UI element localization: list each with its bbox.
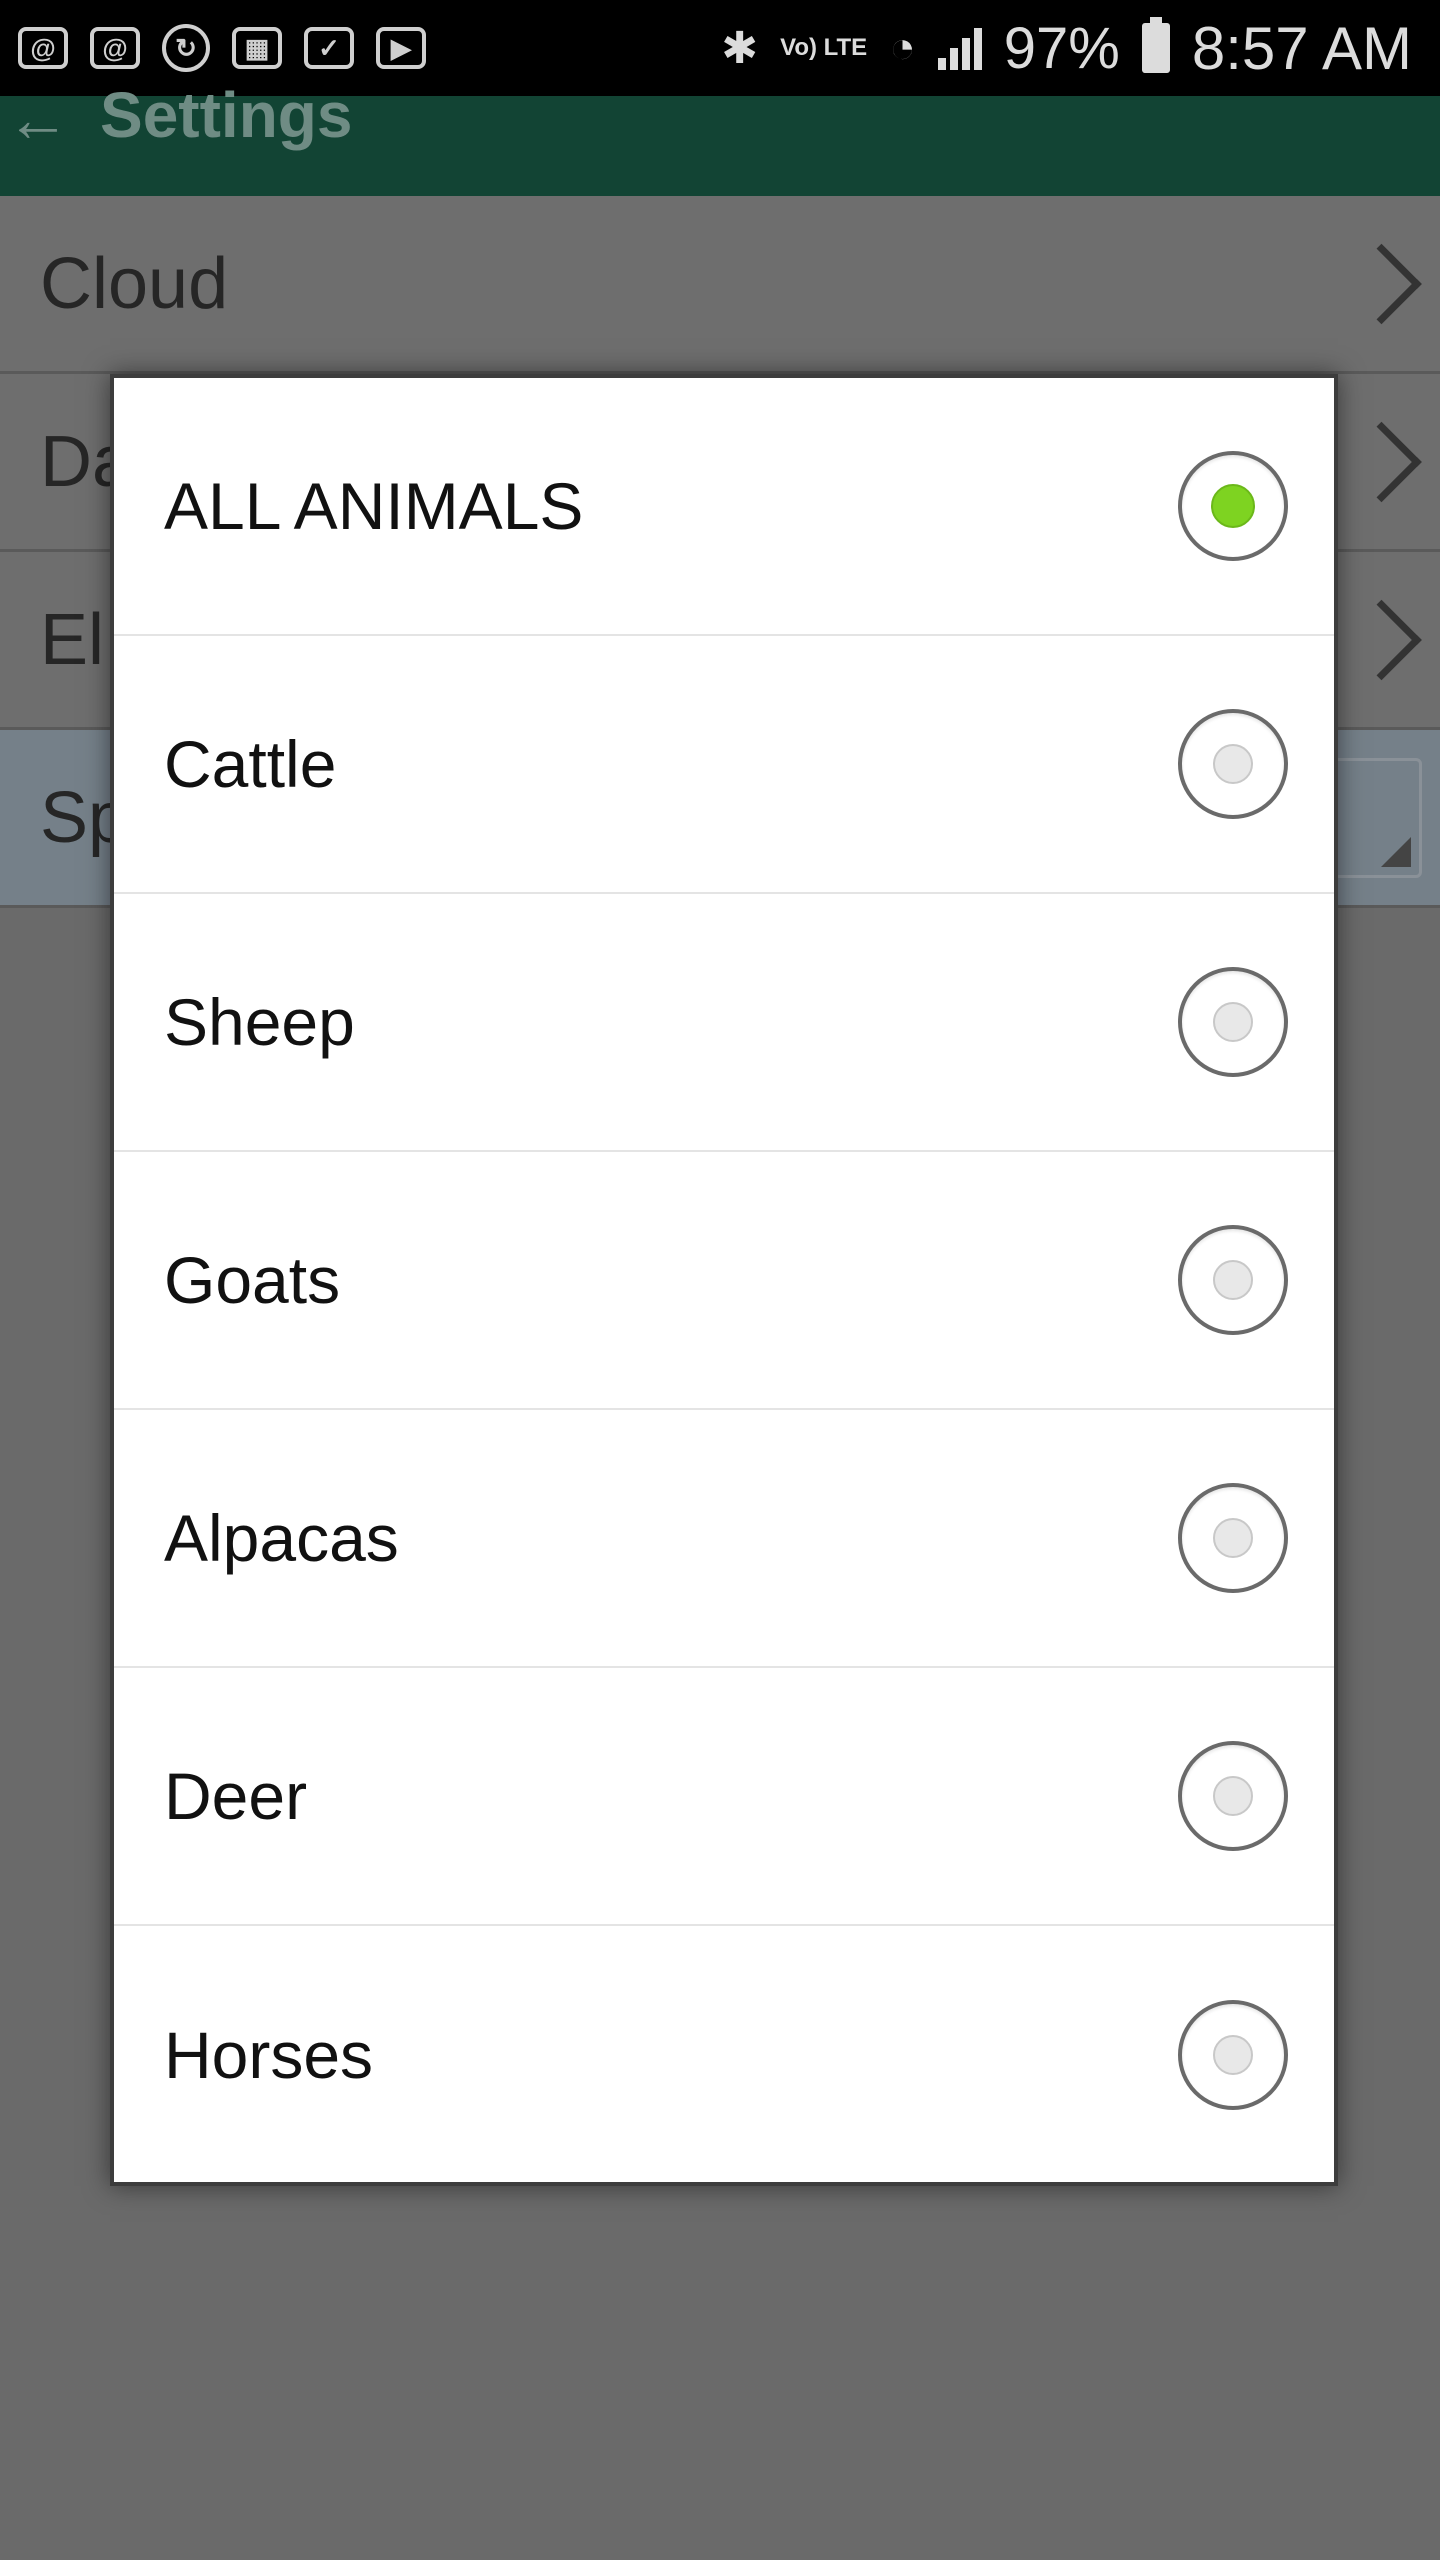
film-icon: ▦ bbox=[232, 27, 282, 69]
battery-icon bbox=[1141, 17, 1170, 73]
option-deer[interactable]: Deer bbox=[114, 1668, 1334, 1926]
option-label: Horses bbox=[164, 2018, 374, 2092]
settings-row-label: El bbox=[40, 599, 105, 680]
option-label: Goats bbox=[164, 1243, 341, 1317]
wifi-icon: ◔ bbox=[889, 23, 916, 72]
option-cattle[interactable]: Cattle bbox=[114, 636, 1334, 894]
option-goats[interactable]: Goats bbox=[114, 1152, 1334, 1410]
option-label: Cattle bbox=[164, 727, 337, 801]
radio-dot bbox=[1211, 484, 1255, 528]
radio-dot bbox=[1213, 1776, 1253, 1816]
option-sheep[interactable]: Sheep bbox=[114, 894, 1334, 1152]
radio-dot bbox=[1213, 744, 1253, 784]
radio-dot bbox=[1213, 1002, 1253, 1042]
radio-button[interactable] bbox=[1178, 967, 1288, 1077]
email-icon: @ bbox=[18, 27, 68, 69]
radio-button[interactable] bbox=[1178, 709, 1288, 819]
option-horses[interactable]: Horses bbox=[114, 1926, 1334, 2184]
back-arrow-icon[interactable]: ← bbox=[6, 82, 70, 156]
cell-signal-icon bbox=[937, 26, 982, 70]
radio-button[interactable] bbox=[1178, 1483, 1288, 1593]
briefcase-icon: ▶ bbox=[376, 27, 426, 69]
radio-dot bbox=[1213, 2035, 1253, 2075]
option-alpacas[interactable]: Alpacas bbox=[114, 1410, 1334, 1668]
clock: 8:57 AM bbox=[1191, 14, 1412, 82]
option-label: Alpacas bbox=[164, 1501, 399, 1575]
radio-button[interactable] bbox=[1178, 1225, 1288, 1335]
battery-percent: 97% bbox=[1003, 15, 1120, 81]
email-alt-icon: @ bbox=[90, 27, 140, 69]
radio-dot bbox=[1213, 1260, 1253, 1300]
chevron-right-icon bbox=[1341, 599, 1422, 680]
clipboard-icon: ✓ bbox=[304, 27, 354, 69]
bluetooth-icon: ✱ bbox=[721, 23, 759, 73]
option-label: ALL ANIMALS bbox=[164, 469, 584, 543]
radio-button[interactable] bbox=[1178, 2000, 1288, 2110]
settings-row-cloud[interactable]: Cloud bbox=[0, 196, 1440, 374]
option-all-animals[interactable]: ALL ANIMALS bbox=[114, 378, 1334, 636]
settings-row-label: Cloud bbox=[40, 243, 229, 324]
radio-button-selected[interactable] bbox=[1178, 451, 1288, 561]
option-label: Deer bbox=[164, 1759, 308, 1833]
sync-icon: ↻ bbox=[162, 24, 210, 72]
species-selection-dialog: ALL ANIMALS Cattle Sheep Goats Alpacas D… bbox=[110, 374, 1338, 2186]
chevron-right-icon bbox=[1341, 421, 1422, 502]
radio-button[interactable] bbox=[1178, 1741, 1288, 1851]
page-title: Settings bbox=[100, 79, 353, 151]
option-label: Sheep bbox=[164, 985, 355, 1059]
notification-icons: @ @ ↻ ▦ ✓ ▶ bbox=[0, 24, 426, 72]
radio-dot bbox=[1213, 1518, 1253, 1558]
system-icons: ✱ Vo) LTE ◔ 97% 8:57 AM bbox=[721, 14, 1440, 83]
chevron-right-icon bbox=[1341, 243, 1422, 324]
volte-icon: Vo) LTE bbox=[780, 34, 868, 61]
app-bar: ← Settings bbox=[0, 79, 1440, 196]
